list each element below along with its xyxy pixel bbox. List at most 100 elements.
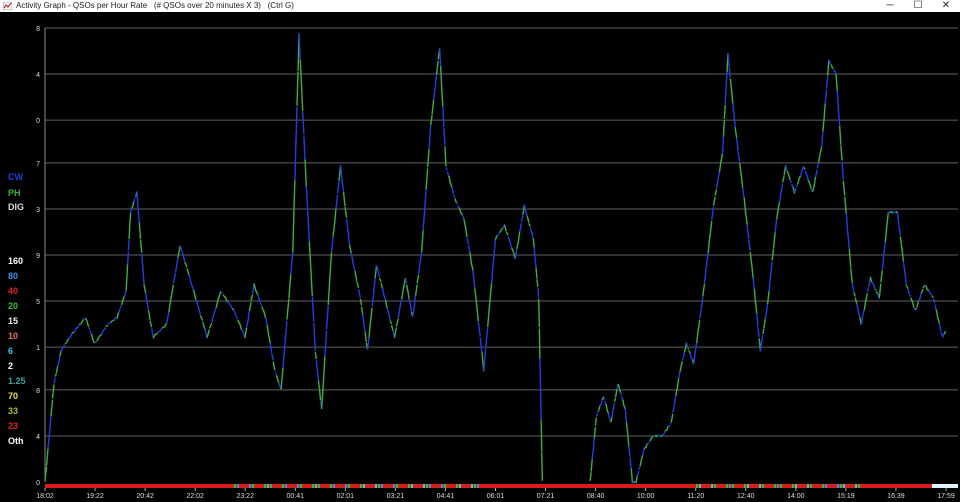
rate-line-segment (192, 289, 197, 301)
rate-line-segment (883, 241, 887, 255)
rate-line-segment (429, 114, 433, 126)
rate-line-segment (786, 170, 790, 175)
rate-line-segment (138, 222, 142, 240)
rate-line-segment (280, 367, 284, 390)
rate-line-segment (851, 283, 855, 292)
rate-line-segment (636, 470, 640, 477)
rate-line-segment (594, 417, 598, 427)
x-tick-label: 00:41 (287, 493, 305, 500)
rate-line-segment (102, 326, 107, 332)
rate-line-segment (50, 399, 54, 417)
rate-line-segment (288, 274, 292, 299)
rate-line-segment (282, 342, 286, 369)
rate-line-segment (423, 187, 427, 212)
x-tick-label: 12:40 (737, 493, 755, 500)
rate-line-segment (439, 66, 443, 89)
legend-mode-ph: PH (8, 188, 21, 198)
rate-line-segment (360, 306, 364, 316)
rate-line-segment (461, 214, 465, 220)
rate-line-segment (284, 320, 288, 344)
rate-line-segment (699, 309, 702, 319)
rate-line-segment (395, 318, 399, 327)
rate-line-segment (680, 361, 683, 366)
rate-line-segment (520, 215, 524, 223)
band-strip-segment (696, 484, 698, 488)
band-strip-segment (456, 484, 458, 488)
rate-line-segment (177, 245, 181, 258)
maximize-button[interactable]: ☐ (904, 0, 932, 12)
rate-line-segment (199, 315, 204, 321)
window-title: Activity Graph - QSOs per Hour Rate (# Q… (16, 1, 294, 10)
rate-line-segment (646, 442, 650, 446)
rate-line-segment (454, 198, 458, 204)
rate-line-segment (296, 71, 299, 106)
rate-line-segment (366, 336, 370, 350)
rate-line-segment (69, 332, 73, 339)
rate-line-segment (342, 191, 346, 207)
rate-line-segment (154, 332, 159, 336)
rate-line-segment (619, 392, 623, 396)
rate-line-segment (614, 389, 618, 398)
rate-line-segment (829, 63, 832, 66)
rate-line-segment (133, 198, 136, 203)
rate-line-segment (878, 283, 882, 298)
rate-line-segment (184, 261, 188, 268)
rate-line-segment (830, 64, 834, 69)
rate-line-segment (887, 210, 891, 214)
rate-line-segment (325, 305, 329, 330)
legend-panel: CW PH DIG 160 80 40 20 15 10 6 2 1.25 70 33 23 Oth (0, 12, 36, 490)
rate-line-segment (589, 472, 592, 481)
rate-line-segment (807, 179, 811, 184)
rate-line-segment (417, 261, 421, 275)
rate-line-segment (703, 266, 708, 284)
rate-line-segment (290, 252, 294, 275)
rate-line-segment (315, 360, 319, 371)
rate-line-segment (847, 232, 850, 249)
band-strip-segment (780, 484, 782, 488)
rate-line-segment (335, 194, 339, 210)
rate-line-segment (490, 259, 495, 284)
rate-line-segment (750, 263, 754, 280)
rate-line-segment (717, 171, 721, 179)
band-strip-segment (318, 484, 320, 488)
rate-line-segment (700, 297, 704, 310)
rate-line-segment (709, 220, 713, 237)
rate-line-segment (760, 334, 764, 343)
rate-line-segment (87, 327, 91, 330)
rate-line-segment (763, 319, 766, 329)
band-strip-segment (330, 484, 332, 488)
band-strip-segment (411, 484, 413, 488)
minimize-button[interactable]: ─ (876, 0, 904, 12)
rate-line-segment (741, 187, 745, 199)
rate-line-segment (826, 60, 830, 76)
rate-line-segment (448, 175, 452, 184)
rate-line-segment (817, 153, 821, 163)
rate-line-segment (603, 397, 606, 401)
rate-line-segment (540, 419, 543, 452)
rate-line-segment (374, 265, 378, 279)
rate-line-segment (836, 90, 840, 111)
x-tick-label: 14:00 (787, 493, 805, 500)
rate-line-segment (629, 457, 632, 471)
rate-line-segment (738, 162, 742, 176)
band-strip-segment (699, 484, 701, 488)
rate-line-segment (793, 187, 797, 193)
rate-line-segment (371, 294, 375, 307)
rate-line-segment (54, 373, 58, 377)
rate-line-segment (715, 178, 719, 189)
rate-line-segment (378, 277, 382, 283)
rate-line-segment (848, 248, 852, 268)
rate-line-segment (871, 281, 874, 285)
rate-line-segment (503, 224, 507, 232)
rate-line-segment (226, 301, 231, 305)
close-button[interactable]: ✕ (932, 0, 960, 12)
band-strip-segment (477, 484, 479, 488)
band-strip-segment (381, 484, 383, 488)
rate-line-segment (362, 314, 365, 326)
rate-line-segment (144, 292, 148, 304)
title-bar[interactable]: Activity Graph - QSOs per Hour Rate (# Q… (0, 0, 960, 12)
rate-line-segment (896, 211, 900, 225)
rate-line-segment (75, 325, 80, 329)
rate-line-segment (722, 120, 726, 137)
rate-line-segment (808, 182, 812, 189)
